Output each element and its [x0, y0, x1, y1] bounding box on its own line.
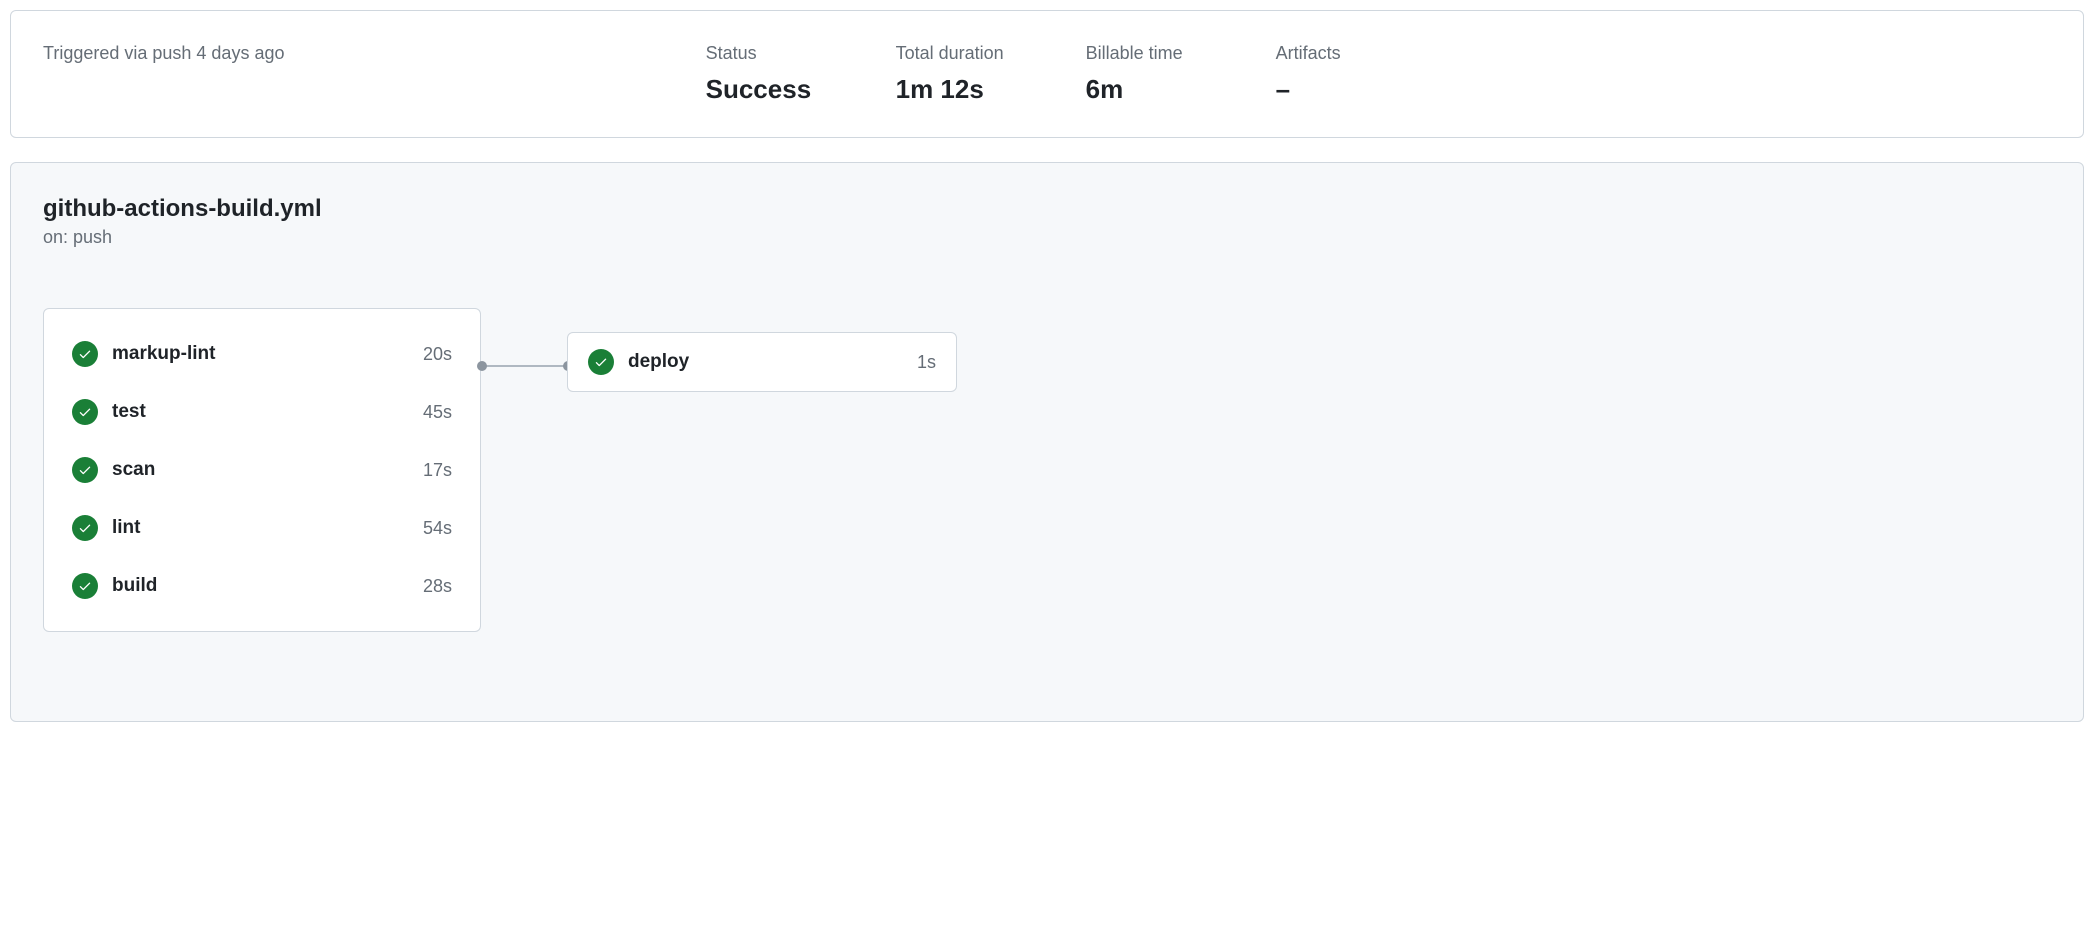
- job-duration: 1s: [917, 352, 936, 373]
- graph-connector-dot-left: [477, 361, 487, 371]
- stat-status: Status Success: [706, 43, 816, 105]
- job-card-build[interactable]: build28s: [44, 557, 480, 615]
- success-check-icon: [72, 515, 98, 541]
- workflow-file-title: github-actions-build.yml: [43, 195, 2051, 223]
- stat-duration-label: Total duration: [896, 43, 1006, 64]
- stat-duration: Total duration 1m 12s: [896, 43, 1006, 105]
- success-check-icon: [72, 341, 98, 367]
- workflow-graph: markup-lint20stest45sscan17slint54sbuild…: [43, 308, 2051, 688]
- job-card-test[interactable]: test45s: [44, 383, 480, 441]
- job-duration: 28s: [423, 576, 452, 597]
- success-check-icon: [72, 573, 98, 599]
- workflow-trigger-event: on: push: [43, 227, 2051, 248]
- job-name: scan: [112, 459, 423, 481]
- stat-artifacts-value: –: [1276, 74, 1386, 105]
- job-card-scan[interactable]: scan17s: [44, 441, 480, 499]
- job-card-markup-lint[interactable]: markup-lint20s: [44, 325, 480, 383]
- job-name: markup-lint: [112, 343, 423, 365]
- job-duration: 45s: [423, 402, 452, 423]
- stat-billable: Billable time 6m: [1086, 43, 1196, 105]
- summary-stats: Status Success Total duration 1m 12s Bil…: [706, 43, 2051, 105]
- job-name: lint: [112, 517, 423, 539]
- job-name: test: [112, 401, 423, 423]
- run-summary-card: Triggered via push 4 days ago Status Suc…: [10, 10, 2084, 138]
- graph-connector-line: [481, 365, 567, 367]
- job-duration: 17s: [423, 460, 452, 481]
- job-card-lint[interactable]: lint54s: [44, 499, 480, 557]
- job-group-parallel: markup-lint20stest45sscan17slint54sbuild…: [43, 308, 481, 632]
- stat-status-label: Status: [706, 43, 816, 64]
- success-check-icon: [72, 457, 98, 483]
- trigger-text: Triggered via push 4 days ago: [43, 43, 284, 63]
- trigger-info: Triggered via push 4 days ago: [43, 43, 706, 105]
- stat-artifacts: Artifacts –: [1276, 43, 1386, 105]
- job-name: deploy: [628, 351, 917, 373]
- stat-billable-value: 6m: [1086, 74, 1196, 105]
- stat-duration-value: 1m 12s: [896, 74, 1006, 105]
- workflow-graph-card: github-actions-build.yml on: push markup…: [10, 162, 2084, 722]
- stat-artifacts-label: Artifacts: [1276, 43, 1386, 64]
- success-check-icon: [588, 349, 614, 375]
- stat-status-value: Success: [706, 74, 816, 105]
- job-duration: 20s: [423, 344, 452, 365]
- job-duration: 54s: [423, 518, 452, 539]
- job-card-deploy[interactable]: deploy 1s: [567, 332, 957, 392]
- stat-billable-label: Billable time: [1086, 43, 1196, 64]
- success-check-icon: [72, 399, 98, 425]
- job-name: build: [112, 575, 423, 597]
